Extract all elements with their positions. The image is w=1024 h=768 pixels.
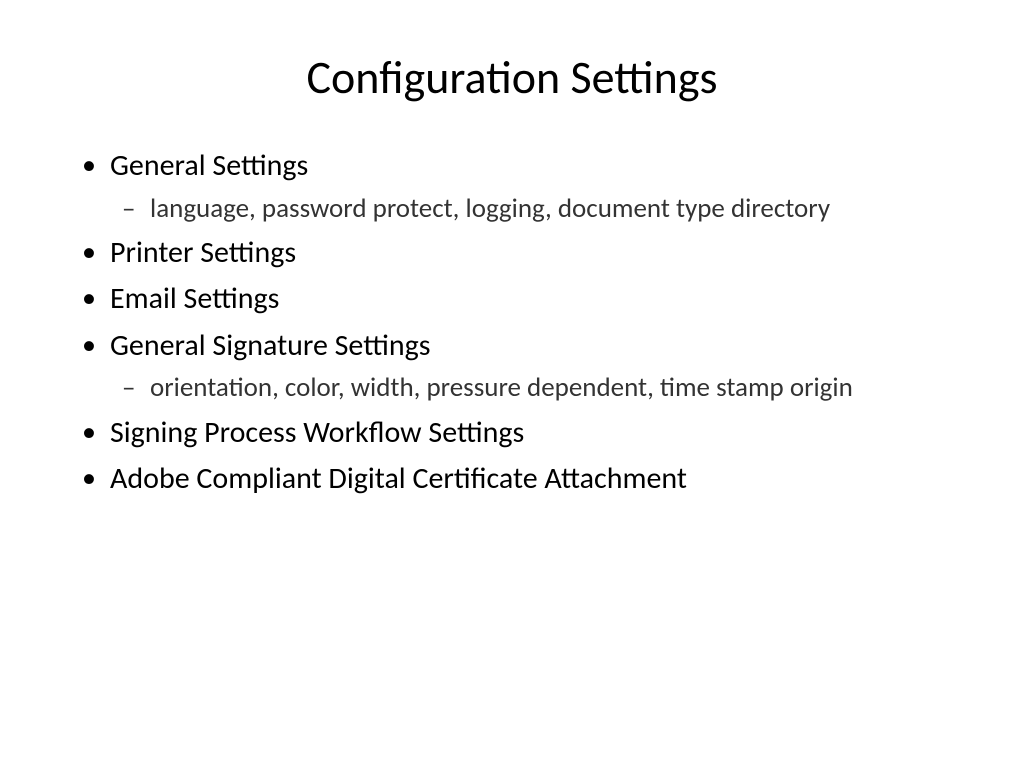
sub-list: language, password protect, logging, doc… bbox=[110, 191, 954, 227]
bullet-text: Printer Settings bbox=[110, 234, 296, 271]
bullet-text: Adobe Compliant Digital Certificate Atta… bbox=[110, 460, 687, 497]
list-item: General Settings language, password prot… bbox=[70, 146, 954, 227]
bullet-text: Email Settings bbox=[110, 280, 279, 317]
list-item: Adobe Compliant Digital Certificate Atta… bbox=[70, 459, 954, 500]
sub-list-item: orientation, color, width, pressure depe… bbox=[110, 370, 954, 406]
list-item: Printer Settings bbox=[70, 233, 954, 274]
bullet-list: General Settings language, password prot… bbox=[70, 146, 954, 500]
slide-title: Configuration Settings bbox=[70, 50, 954, 106]
sub-list-item: language, password protect, logging, doc… bbox=[110, 191, 954, 227]
bullet-text: General Settings bbox=[110, 147, 308, 184]
list-item: Email Settings bbox=[70, 279, 954, 320]
sub-list: orientation, color, width, pressure depe… bbox=[110, 370, 954, 406]
sub-bullet-text: language, password protect, logging, doc… bbox=[150, 192, 830, 225]
sub-bullet-text: orientation, color, width, pressure depe… bbox=[150, 371, 853, 404]
bullet-text: Signing Process Workflow Settings bbox=[110, 414, 524, 451]
list-item: Signing Process Workflow Settings bbox=[70, 413, 954, 454]
bullet-text: General Signature Settings bbox=[110, 327, 431, 364]
list-item: General Signature Settings orientation, … bbox=[70, 326, 954, 407]
